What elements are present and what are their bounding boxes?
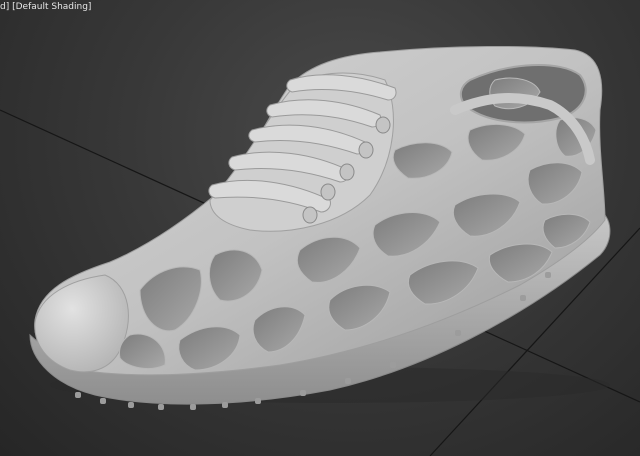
viewport-shading-menu[interactable]: [Default Shading] (12, 2, 91, 12)
3d-viewport[interactable]: d] [Default Shading] (0, 0, 640, 456)
viewport-view-menu[interactable]: d] (0, 2, 12, 12)
viewport-scene (0, 0, 640, 456)
sneaker-toe-cap (35, 275, 129, 372)
viewport-label: d] [Default Shading] (0, 0, 95, 14)
